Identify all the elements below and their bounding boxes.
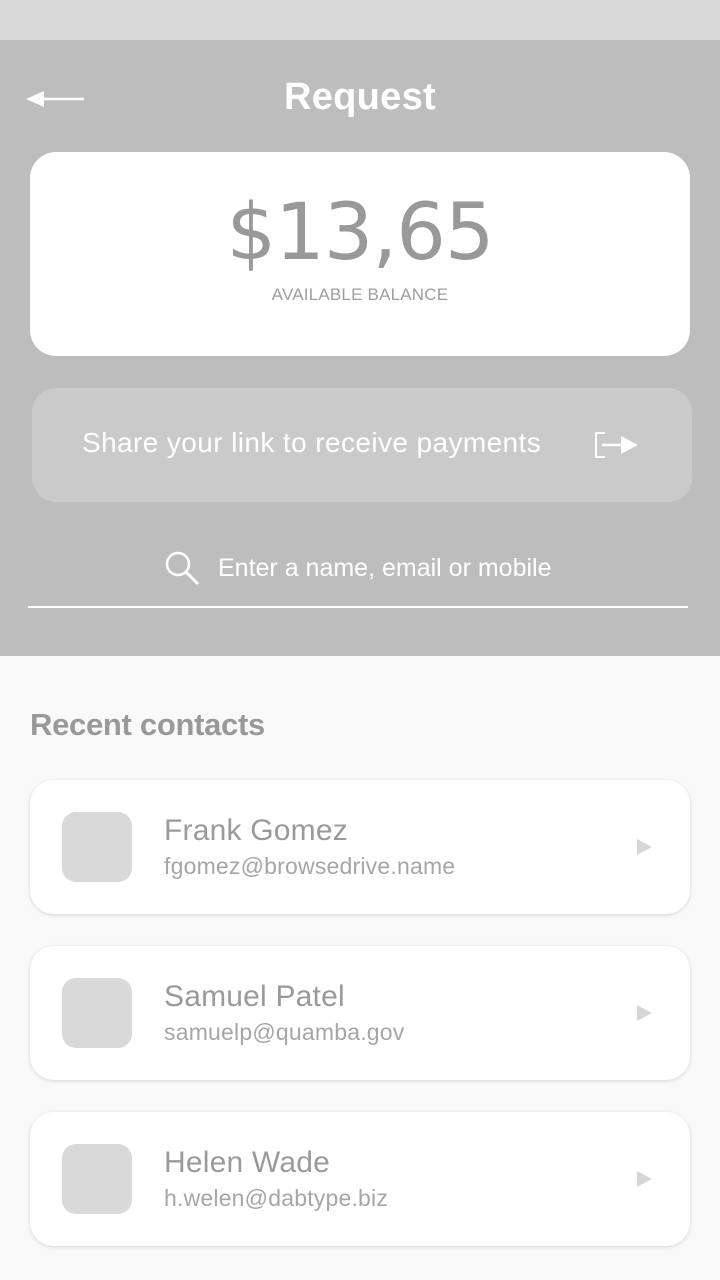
- share-exit-icon: [595, 432, 638, 458]
- page-title: Request: [283, 76, 437, 118]
- header-panel: Request $13,65 AVAILABLE BALANCE Share y…: [0, 40, 720, 656]
- recent-contacts-title: Recent contacts: [30, 707, 265, 742]
- search-icon: [165, 551, 199, 585]
- status-bar: [0, 0, 720, 40]
- search-bar: [28, 536, 688, 608]
- chevron-right-icon: [637, 1171, 652, 1187]
- share-link-label: Share your link to receive payments: [82, 427, 542, 458]
- contact-card[interactable]: Helen Wade h.welen@dabtype.biz: [30, 1112, 690, 1246]
- share-link-button[interactable]: Share your link to receive payments: [32, 388, 692, 502]
- balance-amount: $13,65: [226, 188, 495, 278]
- contact-email: h.welen@dabtype.biz: [164, 1185, 389, 1211]
- contact-email: fgomez@browsedrive.name: [164, 853, 456, 879]
- contact-email: samuelp@quamba.gov: [164, 1019, 405, 1045]
- contact-name: Frank Gomez: [164, 814, 348, 847]
- search-input[interactable]: [218, 550, 658, 586]
- chevron-right-icon: [637, 839, 652, 855]
- chevron-right-icon: [637, 1005, 652, 1021]
- balance-label: AVAILABLE BALANCE: [271, 285, 449, 304]
- contact-card[interactable]: Samuel Patel samuelp@quamba.gov: [30, 946, 690, 1080]
- avatar: [62, 812, 132, 882]
- contact-card[interactable]: Frank Gomez fgomez@browsedrive.name: [30, 780, 690, 914]
- avatar: [62, 978, 132, 1048]
- balance-card: $13,65 AVAILABLE BALANCE: [30, 152, 690, 356]
- contact-name: Helen Wade: [164, 1146, 330, 1179]
- avatar: [62, 1144, 132, 1214]
- contact-name: Samuel Patel: [164, 980, 345, 1013]
